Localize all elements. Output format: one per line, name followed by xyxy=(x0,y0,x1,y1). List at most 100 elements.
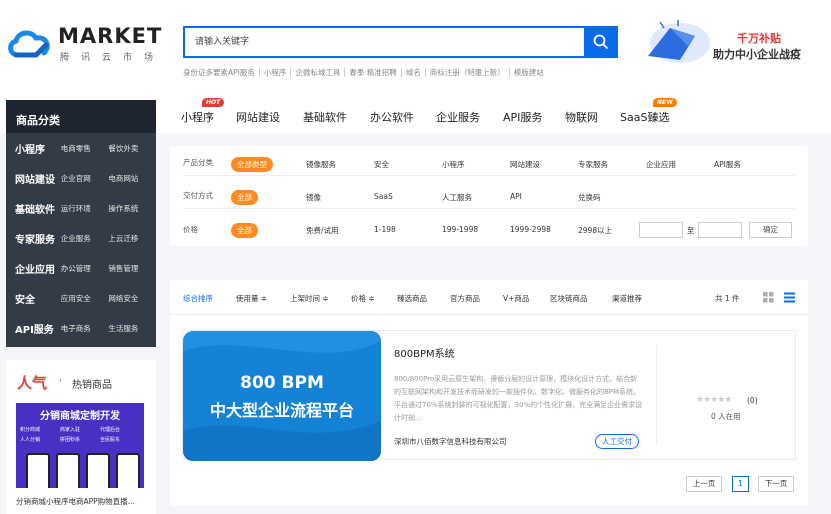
prev-page-button[interactable]: 上一页 xyxy=(686,476,722,492)
sort-comprehensive[interactable]: 综合排序 xyxy=(183,293,213,304)
hot-keyword[interactable]: 域名 xyxy=(402,68,426,77)
hot-keyword[interactable]: 模版建站 xyxy=(510,68,548,77)
filter-channel[interactable]: 渠道推荐 xyxy=(612,293,642,304)
filter-option[interactable]: 兑换码 xyxy=(578,192,601,203)
sidebar-subcategory[interactable]: 电子商务 xyxy=(61,323,109,334)
hot-keyword[interactable]: 企微私域工具 xyxy=(291,68,346,77)
filter-option[interactable]: 免费/试用 xyxy=(306,225,339,236)
hot-keyword[interactable]: 商标注册（特惠上新） xyxy=(426,68,510,77)
filter-option[interactable]: API服务 xyxy=(714,159,741,170)
product-vendor[interactable]: 深圳市八佰数字信息科技有限公司 xyxy=(394,436,507,447)
hot-keyword[interactable]: 小程序 xyxy=(260,68,292,77)
sidebar-category[interactable]: 网站建设 xyxy=(15,171,61,186)
filter-option[interactable]: 1-198 xyxy=(374,225,396,234)
sort-usage[interactable]: 使用量 ≑ xyxy=(236,293,267,304)
hot-title: 人气 xyxy=(17,374,48,392)
filter-option[interactable]: 企业应用 xyxy=(646,159,676,170)
filter-panel: 产品分类 全部类型 镜像服务 安全 小程序 网站建设 专家服务 企业应用 API… xyxy=(170,146,808,246)
sidebar-subcategory[interactable]: 电商零售 xyxy=(61,143,109,154)
sort-date[interactable]: 上架时间 ≑ xyxy=(290,293,329,304)
product-image[interactable]: 800 BPM 中大型企业流程平台 xyxy=(183,331,381,461)
filter-option[interactable]: 网站建设 xyxy=(510,159,540,170)
filter-option-active[interactable]: 全部类型 xyxy=(231,157,273,172)
filter-blockchain[interactable]: 区块链商品 xyxy=(550,293,588,304)
sidebar-row: 安全 应用安全 网络安全 xyxy=(6,283,156,313)
grid-view-icon[interactable] xyxy=(763,292,774,303)
filter-option[interactable]: 199-1998 xyxy=(442,225,478,234)
sidebar-category[interactable]: 基础软件 xyxy=(15,201,61,216)
sidebar-row: API服务 电子商务 生活服务 xyxy=(6,313,156,343)
sidebar-subcategory[interactable]: 餐饮外卖 xyxy=(108,143,156,154)
promo-banner[interactable]: 千万补贴 助力中小企业战疫 xyxy=(640,18,825,68)
nav-item-saas[interactable]: SaaS臻选 xyxy=(620,109,669,125)
sidebar-subcategory[interactable]: 企业服务 xyxy=(61,233,109,244)
sidebar-subcategory[interactable]: 办公管理 xyxy=(61,263,109,274)
filter-option[interactable]: API xyxy=(510,192,522,201)
banner-tag: 代理后台 xyxy=(100,427,121,433)
hot-keyword[interactable]: 身份证多要素API服务 xyxy=(183,68,260,77)
product-title[interactable]: 800BPM系统 xyxy=(394,345,455,360)
price-range-separator: 至 xyxy=(687,226,695,235)
phone-mockup xyxy=(26,453,50,488)
sidebar-subcategory[interactable]: 企业官网 xyxy=(61,173,109,184)
hot-product-caption[interactable]: 分销商城小程序电商APP购物直播... xyxy=(16,496,135,507)
sidebar-subcategory[interactable]: 销售管理 xyxy=(108,263,156,274)
search-input[interactable] xyxy=(195,34,575,50)
filter-option[interactable]: 镜像 xyxy=(306,192,321,203)
filter-vplus[interactable]: V+商品 xyxy=(503,293,529,304)
promo-title: 千万补贴 xyxy=(737,32,781,45)
nav-item-miniprogram[interactable]: 小程序 xyxy=(181,109,214,125)
sidebar-category[interactable]: 专家服务 xyxy=(15,231,61,246)
nav-label: 网站建设 xyxy=(236,111,280,124)
filter-option[interactable]: 人工服务 xyxy=(442,192,472,203)
filter-option[interactable]: SaaS xyxy=(374,192,393,201)
sidebar-row: 基础软件 运行环境 操作系统 xyxy=(6,193,156,223)
phone-mockup xyxy=(56,453,80,488)
sidebar-subcategory[interactable]: 上云迁移 xyxy=(108,233,156,244)
filter-option[interactable]: 安全 xyxy=(374,159,389,170)
filter-option-active[interactable]: 全部 xyxy=(231,190,258,205)
hot-keyword[interactable]: 春季·精准招聘 xyxy=(345,68,402,77)
nav-item-software[interactable]: 基础软件 xyxy=(303,109,347,125)
price-min-input[interactable] xyxy=(639,222,683,238)
nav-item-iot[interactable]: 物联网 xyxy=(565,109,598,125)
sidebar-category[interactable]: 小程序 xyxy=(15,141,61,156)
product-card[interactable]: 800 BPM 中大型企业流程平台 800BPM系统 800/800Pro采用云… xyxy=(182,330,796,461)
search-button[interactable] xyxy=(584,26,618,58)
promo-subtitle: 助力中小企业战疫 xyxy=(713,48,801,61)
sidebar-subcategory[interactable]: 应用安全 xyxy=(61,293,109,304)
sidebar-category[interactable]: API服务 xyxy=(15,321,61,336)
banner-tag: 商家入驻 xyxy=(60,427,81,433)
sidebar-subcategory[interactable]: 操作系统 xyxy=(108,203,156,214)
nav-item-office[interactable]: 办公软件 xyxy=(370,109,414,125)
next-page-button[interactable]: 下一页 xyxy=(758,476,794,492)
price-confirm-button[interactable]: 确定 xyxy=(749,222,792,238)
price-max-input[interactable] xyxy=(698,222,742,238)
sort-price[interactable]: 价格 ≑ xyxy=(351,293,375,304)
hot-product-image[interactable]: 分销商城定制开发 积分商城 商家入驻 代理后台人人分销 拼团秒杀 全民股东 xyxy=(16,403,144,488)
sidebar-title: 商品分类 xyxy=(6,100,156,133)
filter-option[interactable]: 2998以上 xyxy=(578,225,612,236)
filter-featured[interactable]: 臻选商品 xyxy=(397,293,427,304)
sidebar-subcategory[interactable]: 电商网站 xyxy=(108,173,156,184)
filter-option[interactable]: 镜像服务 xyxy=(306,159,336,170)
sidebar-subcategory[interactable]: 网络安全 xyxy=(108,293,156,304)
page-number-button[interactable]: 1 xyxy=(732,476,749,492)
filter-option-active[interactable]: 全部 xyxy=(231,223,258,238)
filter-option[interactable]: 专家服务 xyxy=(578,159,608,170)
sidebar-subcategory[interactable]: 生活服务 xyxy=(108,323,156,334)
market-logo[interactable]: MARKET 腾讯云市场 xyxy=(6,24,166,64)
filter-option[interactable]: 1999-2998 xyxy=(510,225,551,234)
sidebar-category[interactable]: 安全 xyxy=(15,291,61,306)
filter-official[interactable]: 官方商品 xyxy=(450,293,480,304)
nav-item-api[interactable]: API服务 xyxy=(503,109,542,125)
nav-item-enterprise[interactable]: 企业服务 xyxy=(436,109,480,125)
rating-stars-icon: ★★★★★ xyxy=(696,395,732,405)
sidebar-category[interactable]: 企业应用 xyxy=(15,261,61,276)
nav-label: 企业服务 xyxy=(436,111,480,124)
product-image-title: 800 BPM xyxy=(240,373,324,393)
list-view-icon[interactable] xyxy=(784,292,795,303)
sidebar-subcategory[interactable]: 运行环境 xyxy=(61,203,109,214)
nav-item-website[interactable]: 网站建设 xyxy=(236,109,280,125)
filter-option[interactable]: 小程序 xyxy=(442,159,465,170)
